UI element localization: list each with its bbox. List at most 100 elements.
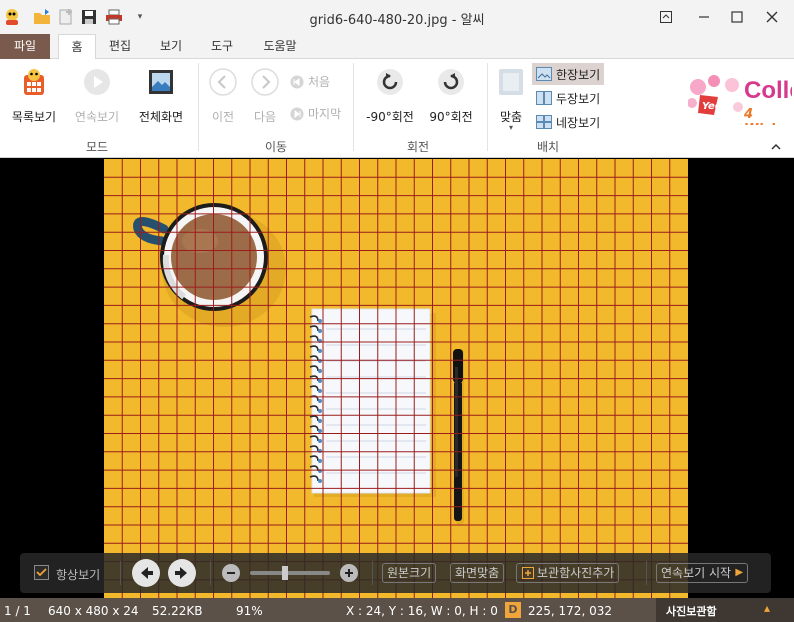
last-label: 마지막 xyxy=(308,107,342,121)
ad-title: Colle xyxy=(744,77,792,104)
always-show-checkbox[interactable] xyxy=(34,565,49,580)
slideshow-button[interactable]: 연속보기 xyxy=(70,67,124,125)
rotate-cw-label: 90°회전 xyxy=(429,110,473,124)
ad-banner[interactable]: Yeo's Colle 4 Wishe xyxy=(688,73,792,125)
fullscreen-icon xyxy=(149,70,173,94)
fullscreen-button[interactable]: 전체화면 xyxy=(132,67,190,125)
photo xyxy=(104,159,688,598)
ribbon-tabs: 파일 홈 편집 보기 도구 도움말 xyxy=(0,34,794,60)
zoom-in-button[interactable] xyxy=(340,564,358,582)
image-viewer[interactable] xyxy=(0,159,794,598)
divider xyxy=(487,63,488,151)
plus-icon xyxy=(345,569,353,577)
tab-file[interactable]: 파일 xyxy=(0,34,50,59)
divider xyxy=(198,63,199,151)
fit-button[interactable]: 맞춤 ▾ xyxy=(494,67,528,132)
maximize-button[interactable] xyxy=(725,6,749,28)
ad-subtitle: 4 Wishe xyxy=(744,107,789,125)
photo-content xyxy=(104,159,688,598)
collapse-ribbon-icon[interactable] xyxy=(770,141,784,153)
album-panel-toggle[interactable]: 사진보관함 ▴ xyxy=(656,598,794,622)
prev-button[interactable]: 이전 xyxy=(206,67,240,125)
layout-two-label: 두장보기 xyxy=(556,91,601,106)
pixel-color: 225, 172, 032 xyxy=(528,604,612,618)
fit-icon xyxy=(499,69,523,95)
layout-four-label: 네장보기 xyxy=(556,115,601,130)
ribbon-toggle-icon[interactable] xyxy=(654,6,678,28)
rotate-cw-button[interactable]: 90°회전 xyxy=(424,67,478,125)
single-page-icon xyxy=(536,67,552,81)
slideshow-label: 연속보기 xyxy=(74,110,120,124)
last-button[interactable]: 마지막 xyxy=(290,105,341,122)
zoom-slider-thumb[interactable] xyxy=(282,566,288,580)
add-to-album-button[interactable]: 보관함사진추가 xyxy=(516,563,620,583)
list-view-label: 목록보기 xyxy=(11,110,57,124)
divider xyxy=(210,561,211,585)
divider xyxy=(646,561,647,585)
tab-view[interactable]: 보기 xyxy=(150,34,192,59)
status-bar: 1 / 1 640 x 480 x 24 52.22KB 91% X : 24,… xyxy=(0,598,794,622)
fit-screen-button[interactable]: 화면맞춤 xyxy=(450,563,505,583)
layout-one-button[interactable]: 한장보기 xyxy=(532,63,605,85)
group-label-rotate: 회전 xyxy=(406,140,430,154)
chevron-right-icon xyxy=(251,68,279,96)
add-to-album-label: 보관함사진추가 xyxy=(537,566,615,580)
rotate-ccw-label: -90°회전 xyxy=(366,110,414,124)
original-size-button[interactable]: 원본크기 xyxy=(382,563,437,583)
chevron-up-icon: ▴ xyxy=(764,601,771,615)
check-icon xyxy=(36,568,47,577)
chevron-left-icon xyxy=(209,68,237,96)
play-arrow-icon: ▶ xyxy=(735,567,744,578)
tab-home[interactable]: 홈 xyxy=(58,34,96,60)
minus-icon xyxy=(227,572,235,574)
add-photo-icon xyxy=(522,567,534,579)
list-view-icon xyxy=(24,69,44,95)
group-label-move: 이동 xyxy=(264,140,288,154)
minimize-button[interactable] xyxy=(692,6,716,28)
close-button[interactable] xyxy=(760,6,784,28)
fullscreen-label: 전체화면 xyxy=(138,110,184,124)
layout-two-button[interactable]: 두장보기 xyxy=(532,87,604,109)
first-label: 처음 xyxy=(308,75,331,89)
list-view-button[interactable]: 목록보기 xyxy=(6,67,62,125)
layout-one-label: 한장보기 xyxy=(556,67,601,82)
next-label: 다음 xyxy=(253,110,277,124)
zoom-slider[interactable] xyxy=(250,571,330,575)
skip-first-icon xyxy=(290,75,304,88)
group-label-layout: 배치 xyxy=(536,140,560,154)
skip-last-icon xyxy=(290,107,304,120)
first-button[interactable]: 처음 xyxy=(290,73,330,90)
divider xyxy=(372,561,373,585)
group-label-mode: 모드 xyxy=(85,140,109,154)
arrow-left-icon xyxy=(141,567,153,579)
divider xyxy=(120,561,121,585)
next-image-button[interactable] xyxy=(168,559,196,587)
image-dimensions: 640 x 480 x 24 xyxy=(48,604,139,618)
arrow-right-icon xyxy=(175,567,187,579)
layout-four-button[interactable]: 네장보기 xyxy=(532,111,604,133)
prev-image-button[interactable] xyxy=(132,559,160,587)
cursor-coords: X : 24, Y : 16, W : 0, H : 0 xyxy=(346,604,498,618)
tab-tools[interactable]: 도구 xyxy=(202,34,242,59)
start-slideshow-button[interactable]: 연속보기 시작 ▶ xyxy=(656,563,749,583)
rotate-ccw-button[interactable]: -90°회전 xyxy=(362,67,418,125)
album-label: 사진보관함 xyxy=(666,605,717,618)
two-page-icon xyxy=(536,91,552,105)
divider xyxy=(353,63,354,151)
play-icon xyxy=(84,69,110,95)
tab-help[interactable]: 도움말 xyxy=(256,34,304,59)
rotate-right-icon xyxy=(438,69,464,95)
four-page-icon xyxy=(536,115,552,129)
title-bar: ▾ grid6-640-480-20.jpg - 알씨 xyxy=(0,0,794,34)
image-filesize: 52.22KB xyxy=(152,604,203,618)
ribbon: 목록보기 연속보기 전체화면 모드 이전 다음 처음 마지막 이동 -90°회전… xyxy=(0,59,794,158)
rotate-left-icon xyxy=(377,69,403,95)
image-index: 1 / 1 xyxy=(4,604,31,618)
ad-brand: Yeo's xyxy=(702,101,731,112)
always-show-label: 항상보기 xyxy=(56,568,101,582)
zoom-out-button[interactable] xyxy=(222,564,240,582)
color-badge: D xyxy=(505,602,521,618)
floating-toolbar: 항상보기 원본크기 화면맞춤 보관함사진추가 연속보기 시작 ▶ xyxy=(20,553,771,593)
tab-edit[interactable]: 편집 xyxy=(100,34,140,59)
next-button[interactable]: 다음 xyxy=(248,67,282,125)
